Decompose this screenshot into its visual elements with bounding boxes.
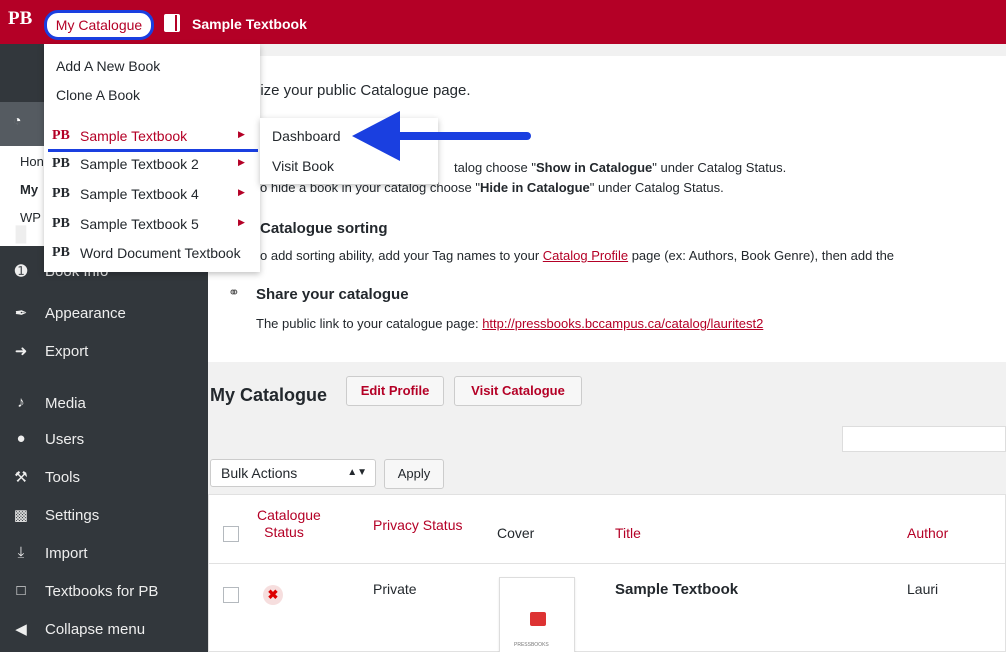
- annotation-arrow-icon: [352, 111, 531, 161]
